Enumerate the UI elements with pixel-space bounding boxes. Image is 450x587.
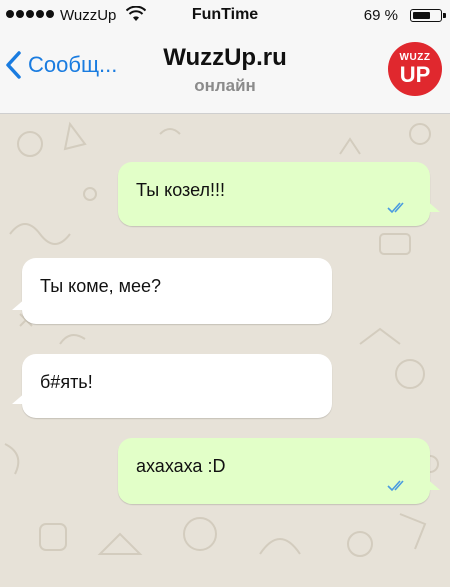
message-text: ахахаха :D	[136, 456, 226, 476]
chat-area[interactable]: Ты козел!!! Ты коме, мее? б#ять! ахахаха…	[0, 114, 450, 587]
avatar-logo-bottom: UP	[399, 62, 431, 87]
bubble-tail	[426, 200, 440, 212]
bubble-tail	[12, 392, 26, 404]
bubble-tail	[426, 478, 440, 490]
battery-icon	[410, 9, 446, 22]
battery-percentage: 69 %	[363, 7, 398, 24]
message-text: Ты коме, мее?	[40, 276, 162, 296]
status-bar: WuzzUp FunTime 69 %	[0, 0, 450, 32]
message-bubble-incoming[interactable]: б#ять!	[12, 354, 332, 418]
message-text: б#ять!	[40, 372, 93, 392]
message-bubble-outgoing[interactable]: Ты козел!!!	[118, 162, 440, 226]
bubble-tail	[12, 298, 26, 310]
message-bubble-incoming[interactable]: Ты коме, мее?	[12, 258, 332, 324]
navigation-bar: Сообщ... WuzzUp.ru онлайн WUZZ UP	[0, 32, 450, 114]
message-bubble-outgoing[interactable]: ахахаха :D	[118, 438, 440, 504]
avatar[interactable]: WUZZ UP	[388, 42, 442, 96]
double-check-read-icon	[387, 202, 404, 214]
message-text: Ты козел!!!	[136, 180, 225, 200]
double-check-read-icon	[387, 480, 404, 492]
chat-title: WuzzUp.ru	[163, 44, 287, 71]
contact-status: онлайн	[194, 76, 256, 95]
